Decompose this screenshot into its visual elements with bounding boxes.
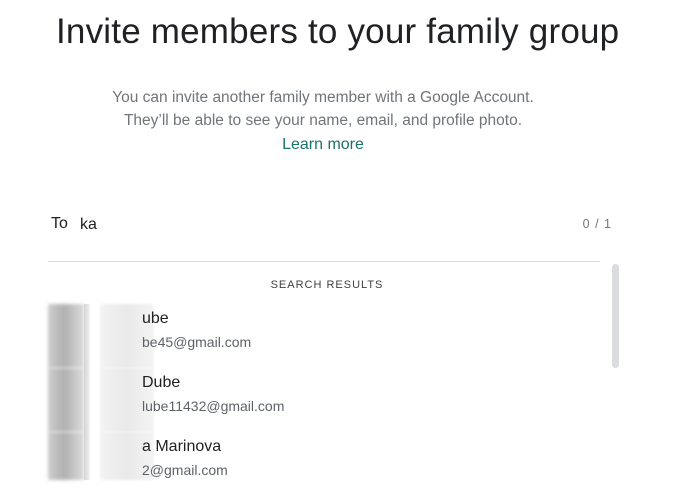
results-scrollbar-thumb[interactable]: [612, 264, 619, 368]
search-result-item[interactable]: ube be45@gmail.com: [48, 304, 604, 372]
search-results-heading: SEARCH RESULTS: [270, 279, 384, 291]
input-divider: [48, 261, 600, 262]
avatar-edge: [84, 304, 90, 368]
result-email: 2@gmail.com: [142, 462, 228, 478]
invite-members-page: Invite members to your family group You …: [0, 0, 680, 494]
avatar: [48, 432, 84, 480]
result-email: lube11432@gmail.com: [142, 398, 285, 414]
avatar-edge: [84, 368, 90, 432]
learn-more-link[interactable]: Learn more: [0, 133, 646, 157]
page-title: Invite members to your family group: [56, 12, 620, 51]
search-result-item[interactable]: a Marinova 2@gmail.com: [48, 432, 604, 482]
recipient-counter: 0 / 1: [582, 217, 612, 231]
result-email: be45@gmail.com: [142, 334, 252, 350]
recipient-row: To 0 / 1: [48, 208, 614, 242]
description-line-2: They’ll be able to see your name, email,…: [123, 112, 523, 129]
avatar: [48, 304, 84, 368]
to-label: To: [51, 215, 68, 232]
result-name: a Marinova: [142, 438, 222, 455]
avatar: [48, 368, 84, 432]
result-name: Dube: [142, 374, 181, 391]
description-line-1: You can invite another family member wit…: [112, 89, 534, 106]
avatar-edge: [84, 432, 90, 480]
result-name: ube: [142, 310, 169, 327]
search-result-item[interactable]: Dube lube11432@gmail.com: [48, 368, 604, 436]
recipient-input[interactable]: [76, 212, 564, 238]
